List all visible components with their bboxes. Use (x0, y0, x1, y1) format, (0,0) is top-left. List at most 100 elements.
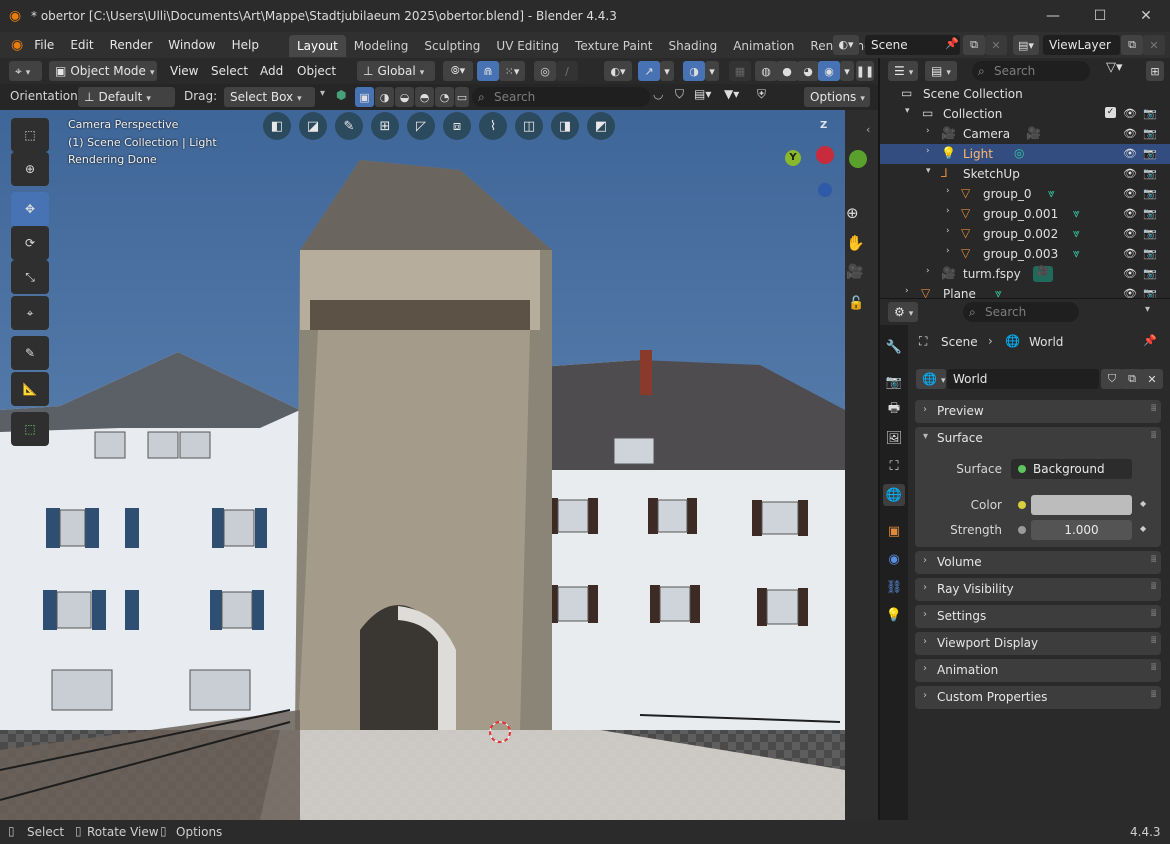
gizmo-button-6-icon[interactable]: ⧈ (443, 112, 471, 140)
gizmo-neg-y-icon[interactable] (849, 150, 867, 168)
outliner-row-group-0-003[interactable]: › ▽ group_0.003 ⩔ 👁 📷 (880, 244, 1170, 264)
chevron-down-icon[interactable]: ▾ (926, 166, 931, 176)
select-mode-invert-icon[interactable]: ◓ (415, 87, 434, 107)
outliner-filter-icon[interactable]: ▽▾ (1106, 60, 1123, 75)
menu-add[interactable]: Add (252, 58, 291, 84)
tool-search-field[interactable]: ⌕ Search (472, 87, 650, 107)
render-camera-icon[interactable]: 📷 (1143, 207, 1157, 220)
camera-data-icon[interactable]: 🎥 (1026, 126, 1041, 140)
data-tab-icon[interactable]: 💡 (883, 604, 905, 626)
panel-animation[interactable]: › Animation ⁞⁞⁞⁞ (915, 659, 1161, 682)
panel-preview[interactable]: › Preview ⁞⁞⁞⁞ (915, 400, 1161, 423)
chevron-down-icon[interactable]: ▾ (905, 106, 910, 116)
zoom-icon[interactable]: ⊕ (846, 204, 859, 222)
visibility-eye-icon[interactable]: 👁 (1123, 147, 1137, 160)
visibility-eye-icon[interactable]: 👁 (1123, 207, 1137, 220)
menu-select[interactable]: Select (203, 58, 256, 84)
layout-icon[interactable]: ▤▾ (694, 87, 711, 101)
shading-dropdown-icon[interactable]: ▾ (840, 61, 854, 81)
panel-viewport-display[interactable]: › Viewport Display ⁞⁞⁞⁞ (915, 632, 1161, 655)
strength-field[interactable]: 1.000 (1031, 520, 1132, 540)
bookmark-icon[interactable]: ⛉ (675, 87, 684, 102)
gizmo-button-9-icon[interactable]: ◨ (551, 112, 579, 140)
render-camera-icon[interactable]: 📷 (1143, 227, 1157, 240)
options-dropdown[interactable]: Options ▾ (804, 87, 870, 107)
strength-socket-icon[interactable] (1018, 526, 1026, 534)
view-layer-browse-icon[interactable]: ▤▾ (1013, 35, 1039, 55)
visibility-eye-icon[interactable]: 👁 (1123, 187, 1137, 200)
shading-solid-icon[interactable]: ● (776, 61, 798, 81)
gizmo-button-3-icon[interactable]: ✎ (335, 112, 363, 140)
light-data-icon[interactable]: ◎ (1014, 146, 1024, 160)
outliner-row-scene-collection[interactable]: ▭ Scene Collection (880, 84, 1170, 104)
gizmo-button-2-icon[interactable]: ◪ (299, 112, 327, 140)
lock-icon[interactable]: 🔓 (848, 296, 864, 311)
3d-viewport[interactable]: Camera Perspective (1) Scene Collection … (0, 110, 845, 820)
visibility-eye-icon[interactable]: 👁 (1123, 247, 1137, 260)
gizmo-button-8-icon[interactable]: ◫ (515, 112, 543, 140)
menu-file[interactable]: File (26, 32, 62, 58)
gizmo-button-5-icon[interactable]: ◸ (407, 112, 435, 140)
chevron-right-icon[interactable]: › (946, 246, 950, 256)
menu-object[interactable]: Object (289, 58, 344, 84)
drag-grip-icon[interactable]: ⁞⁞⁞⁞ (1150, 662, 1157, 673)
snap-target-icon[interactable]: ⁙▾ (499, 61, 525, 81)
select-box-tool-icon[interactable]: ⬚ (11, 118, 49, 152)
drag-grip-icon[interactable]: ⁞⁞⁞⁞ (1150, 608, 1157, 619)
select-mode-more-icon[interactable]: ▭ (455, 87, 469, 107)
tab-shading[interactable]: Shading (660, 35, 725, 57)
mesh-data-icon[interactable]: ⩔ (995, 286, 1002, 298)
orientation-dropdown[interactable]: ⊥ Default ▾ (78, 87, 175, 107)
render-camera-icon[interactable]: 📷 (1143, 107, 1157, 120)
chevron-right-icon[interactable]: › (946, 226, 950, 236)
pan-hand-icon[interactable]: ✋ (846, 234, 865, 252)
visibility-icon[interactable]: ◐▾ (604, 61, 632, 81)
mesh-data-icon[interactable]: ⩔ (1048, 186, 1055, 201)
outliner-row-turm-fspy[interactable]: › 🎥 turm.fspy 🎥 👁 📷 (880, 264, 1170, 284)
render-camera-icon[interactable]: 📷 (1143, 127, 1157, 140)
chevron-right-icon[interactable]: › (946, 206, 950, 216)
render-tab-icon[interactable]: 📷 (883, 371, 905, 393)
panel-custom-properties[interactable]: › Custom Properties ⁞⁞⁞⁞ (915, 686, 1161, 709)
outliner-row-collection[interactable]: ▾ ▭ Collection ✓ 👁 📷 (880, 104, 1170, 124)
fake-user-shield-icon[interactable]: ⛉ (1101, 369, 1123, 389)
close-button[interactable]: ✕ (1123, 0, 1169, 32)
pin-icon[interactable]: 📌 (945, 37, 959, 50)
gizmo-z-label[interactable]: Z (820, 120, 827, 131)
pin-icon[interactable]: 📌 (1143, 334, 1157, 347)
view-layer-tab-icon[interactable]: 🖼 (883, 427, 905, 449)
object-tab-icon[interactable]: ▣ (883, 520, 905, 542)
tab-animation[interactable]: Animation (725, 35, 802, 57)
new-view-layer-icon[interactable]: ⧉ (1121, 35, 1143, 55)
editor-type-icon[interactable]: ⌖ ▾ (9, 61, 42, 81)
properties-search-field[interactable]: ⌕ Search (963, 302, 1079, 322)
new-scene-icon[interactable]: ⧉ (963, 35, 985, 55)
visibility-eye-icon[interactable]: 👁 (1123, 107, 1137, 120)
sidebar-toggle-icon[interactable]: ‹ (866, 123, 870, 136)
select-mode-intersect-icon[interactable]: ◔ (435, 87, 454, 107)
tab-modeling[interactable]: Modeling (346, 35, 417, 57)
gizmo-dropdown-icon[interactable]: ▾ (660, 61, 674, 81)
mesh-data-icon[interactable]: ⩔ (1073, 206, 1080, 221)
properties-editor-type-icon[interactable]: ⚙ ▾ (888, 302, 918, 322)
menu-render[interactable]: Render (102, 32, 161, 58)
gizmo-toggle-icon[interactable]: ↗ (638, 61, 660, 81)
add-cube-tool-icon[interactable]: ⬚ (11, 412, 49, 446)
shading-material-icon[interactable]: ◕ (797, 61, 819, 81)
shield-icon[interactable]: ⛨ (757, 87, 766, 102)
pause-render-icon[interactable]: ❚❚ (856, 61, 874, 81)
gizmo-button-4-icon[interactable]: ⊞ (371, 112, 399, 140)
constraints-tab-icon[interactable]: ⛓ (883, 576, 905, 598)
render-camera-icon[interactable]: 📷 (1143, 287, 1157, 298)
cursor-tool-icon[interactable]: ⊕ (11, 152, 49, 186)
drag-grip-icon[interactable]: ⁞⁞⁞⁞ (1150, 554, 1157, 565)
keyframe-dot-icon[interactable]: ◆ (1140, 524, 1146, 533)
gizmo-button-1-icon[interactable]: ◧ (263, 112, 291, 140)
gizmo-button-10-icon[interactable]: ◩ (587, 112, 615, 140)
menu-help[interactable]: Help (224, 32, 267, 58)
blender-menu-icon[interactable]: ◉ (11, 37, 23, 53)
tab-sculpting[interactable]: Sculpting (416, 35, 488, 57)
checkbox-icon[interactable]: ✓ (1105, 107, 1116, 118)
tab-uv-editing[interactable]: UV Editing (488, 35, 567, 57)
drag-grip-icon[interactable]: ⁞⁞⁞⁞ (1150, 689, 1157, 700)
